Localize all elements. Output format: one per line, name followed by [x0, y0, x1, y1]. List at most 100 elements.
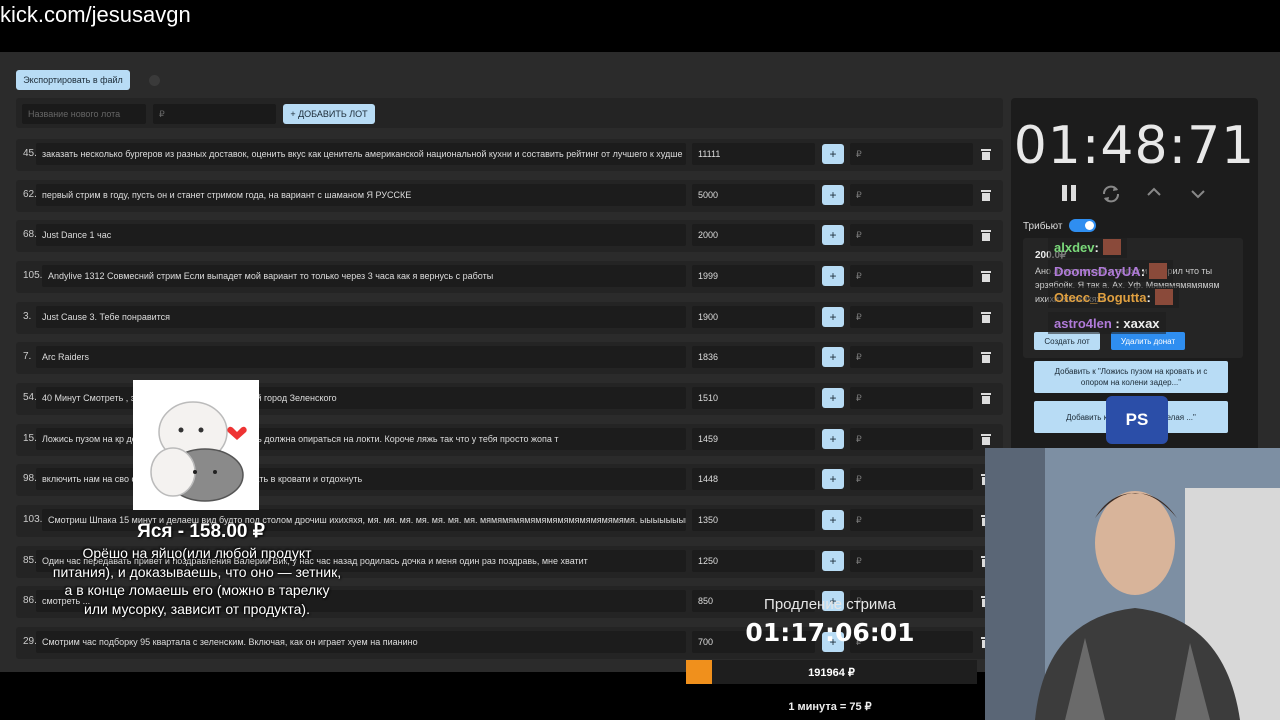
new-lot-name-input[interactable]: Название нового лота: [22, 104, 146, 124]
emote-icon: [1102, 239, 1121, 255]
lot-amount-input[interactable]: 1836: [692, 346, 815, 368]
lot-number: 3.: [23, 311, 32, 322]
lot-amount-input[interactable]: 1448: [692, 468, 815, 490]
lot-row: 7. Arc Raiders 1836 + ₽: [16, 342, 1003, 374]
add-to-lot-button[interactable]: +: [822, 469, 844, 489]
export-button[interactable]: Экспортировать в файл: [16, 70, 130, 90]
lot-add-amount-input[interactable]: ₽: [850, 387, 973, 409]
chat-overlay: alxdev : DoomsDayUA : Otecc_Bogutta : as…: [1048, 236, 1280, 334]
lot-amount-input[interactable]: 1459: [692, 428, 815, 450]
trash-icon[interactable]: [981, 351, 991, 363]
chat-text: хахах: [1123, 315, 1160, 331]
donation-alert-text: Орёшо на яйцо(или любой продукт питания)…: [52, 545, 342, 617]
chat-user: alxdev: [1054, 239, 1095, 255]
add-to-lot-button[interactable]: +: [822, 347, 844, 367]
add-to-lot-button[interactable]: +: [822, 307, 844, 327]
lot-add-amount-input[interactable]: ₽: [850, 550, 973, 572]
lot-name-input[interactable]: Смотрим час подборку 95 квартала с зелен…: [36, 631, 686, 653]
add-to-lot-button[interactable]: +: [822, 429, 844, 449]
playstation-logo: PS: [1106, 396, 1168, 444]
add-to-lot-button[interactable]: +: [822, 266, 844, 286]
lot-number: 85.: [23, 555, 37, 566]
progress-total: 191964 ₽: [808, 666, 855, 679]
pause-icon[interactable]: [1060, 183, 1078, 203]
lot-number: 68.: [23, 229, 37, 240]
lot-row: 45. заказать несколько бургеров из разных…: [16, 139, 1003, 171]
donation-progress-bar: 191964 ₽: [686, 660, 977, 684]
chat-user: DoomsDayUA: [1054, 263, 1141, 279]
lot-amount-input[interactable]: 11111: [692, 143, 815, 165]
trash-icon[interactable]: [981, 311, 991, 323]
lot-amount-input[interactable]: 2000: [692, 224, 815, 246]
lot-add-amount-input[interactable]: ₽: [850, 184, 973, 206]
lot-add-amount-input[interactable]: ₽: [850, 143, 973, 165]
lot-row: 68. Just Dance 1 час 2000 + ₽: [16, 220, 1003, 252]
reset-icon[interactable]: [1100, 183, 1122, 205]
lot-name-input[interactable]: Andylive 1312 Совмесний стрим Если выпад…: [42, 265, 686, 287]
lot-amount-input[interactable]: 1999: [692, 265, 815, 287]
trash-icon[interactable]: [981, 392, 991, 404]
lot-amount-input[interactable]: 5000: [692, 184, 815, 206]
trash-icon[interactable]: [981, 189, 991, 201]
chat-user: Otecc_Bogutta: [1054, 289, 1147, 305]
lot-add-amount-input[interactable]: ₽: [850, 306, 973, 328]
lot-number: 45.: [23, 148, 37, 159]
lot-add-amount-input[interactable]: ₽: [850, 428, 973, 450]
tribute-toggle[interactable]: [1069, 219, 1096, 232]
add-lot-button[interactable]: + ДОБАВИТЬ ЛОТ: [283, 104, 375, 124]
add-lot-bar: Название нового лота ₽: [16, 98, 1003, 128]
lot-number: 86.: [23, 595, 37, 606]
lot-add-amount-input[interactable]: ₽: [850, 224, 973, 246]
lot-number: 29.: [23, 636, 37, 647]
extension-label: Продление стрима: [764, 596, 896, 613]
chat-message: alxdev :: [1048, 236, 1127, 258]
add-to-lot-button[interactable]: +: [822, 510, 844, 530]
tribute-label: Трибьют: [1023, 221, 1063, 232]
chat-message: Otecc_Bogutta :: [1048, 286, 1179, 308]
donation-alert-title: Яся - 158.00 ₽: [137, 521, 265, 542]
lot-add-amount-input[interactable]: ₽: [850, 265, 973, 287]
lot-number: 54.: [23, 392, 37, 403]
trash-icon[interactable]: [981, 229, 991, 241]
chevron-down-icon[interactable]: [1190, 188, 1206, 200]
add-to-lot-button[interactable]: +: [822, 388, 844, 408]
lot-name-input[interactable]: Just Dance 1 час: [36, 224, 686, 246]
lot-number: 7.: [23, 351, 32, 362]
trash-icon[interactable]: [981, 270, 991, 282]
add-to-lot-button[interactable]: +: [822, 551, 844, 571]
lot-add-amount-input[interactable]: ₽: [850, 468, 973, 490]
delete-donation-button[interactable]: Удалить донат: [1111, 332, 1185, 350]
emote-icon: [1154, 289, 1173, 305]
lot-add-amount-input[interactable]: ₽: [850, 509, 973, 531]
add-to-lot-button[interactable]: +: [822, 225, 844, 245]
lot-amount-input[interactable]: 1350: [692, 509, 815, 531]
add-to-lot-button[interactable]: +: [822, 185, 844, 205]
lot-amount-input[interactable]: 1510: [692, 387, 815, 409]
chat-user: astro4len: [1054, 315, 1112, 331]
lot-amount-input[interactable]: 1900: [692, 306, 815, 328]
chat-message: DoomsDayUA :: [1048, 260, 1174, 282]
lot-name-input[interactable]: Just Cause 3. Тебе понравится: [36, 306, 686, 328]
lot-amount-input[interactable]: 1250: [692, 550, 815, 572]
lot-row: 3. Just Cause 3. Тебе понравится 1900 + ₽: [16, 302, 1003, 334]
lot-row: 62. первый стрим в году, пусть он и стане…: [16, 180, 1003, 212]
chevron-up-icon[interactable]: [1146, 186, 1162, 198]
trash-icon[interactable]: [981, 433, 991, 445]
add-to-lot-button[interactable]: +: [822, 144, 844, 164]
extension-timer: 01:17:06:01: [745, 618, 915, 647]
lot-name-input[interactable]: первый стрим в году, пусть он и станет с…: [36, 184, 686, 206]
lot-name-input[interactable]: заказать несколько бургеров из разных до…: [36, 143, 686, 165]
auction-timer: 01:48:71: [1013, 116, 1256, 176]
status-dot: [149, 75, 160, 86]
lot-number: 98.: [23, 473, 37, 484]
lot-add-amount-input[interactable]: ₽: [850, 346, 973, 368]
rate-label: 1 минута = 75 ₽: [788, 701, 872, 713]
webcam-feed-image: [985, 448, 1280, 720]
create-lot-button[interactable]: Создать лот: [1034, 332, 1100, 350]
lot-row: 105. Andylive 1312 Совмесний стрим Если в…: [16, 261, 1003, 293]
trash-icon[interactable]: [981, 148, 991, 160]
lot-name-input[interactable]: Arc Raiders: [36, 346, 686, 368]
new-lot-amount-input[interactable]: ₽: [153, 104, 276, 124]
match-lot-button[interactable]: Добавить к "Ложись пузом на кровать и с …: [1034, 361, 1228, 393]
emote-icon: [1149, 263, 1168, 279]
